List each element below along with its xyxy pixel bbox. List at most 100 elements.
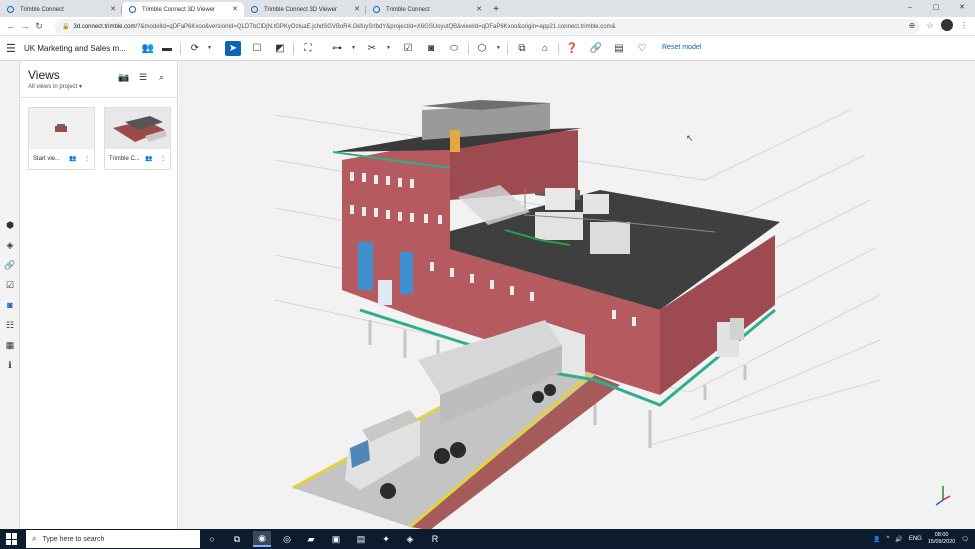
tree-icon[interactable]: ☷ — [3, 318, 17, 332]
layers-icon[interactable]: ◈ — [3, 238, 17, 252]
maximize-button[interactable]: ▢ — [923, 0, 949, 15]
frame-icon[interactable]: ◩ — [272, 41, 288, 56]
browser-menu-icon[interactable]: ⋮ — [957, 21, 971, 30]
people-icon[interactable]: 👤 — [873, 536, 880, 543]
views-icon[interactable]: ◙ — [3, 298, 17, 312]
trimble-favicon-icon — [373, 6, 380, 13]
browser-tab[interactable]: Trimble Connect ✕ — [0, 2, 122, 17]
more-options-icon[interactable]: ⋮ — [160, 155, 166, 162]
section-icon[interactable]: ⛶ — [300, 41, 316, 56]
snapshot-icon[interactable]: ◙ — [423, 41, 439, 56]
3d-viewport[interactable]: ↖ — [179, 61, 975, 529]
new-tab-button[interactable]: + — [488, 2, 504, 17]
forward-icon[interactable]: → — [18, 21, 32, 31]
clock-date: 15/09/2020 — [927, 539, 956, 545]
clash-icon[interactable]: ⧉ — [514, 41, 530, 56]
bookmark-star-icon[interactable]: ☆ — [923, 21, 937, 30]
minimize-button[interactable]: – — [897, 0, 923, 15]
extension-icon[interactable]: ⊕ — [905, 21, 919, 30]
chevron-down-icon[interactable]: ▼ — [207, 45, 212, 51]
trimble-favicon-icon — [129, 6, 136, 13]
orbit-icon[interactable]: ⟳ — [187, 41, 203, 56]
browser-tab[interactable]: Trimble Connect 3D Viewer ✕ — [244, 2, 366, 17]
windows-start-icon[interactable] — [6, 533, 18, 545]
language-indicator[interactable]: ENG — [909, 536, 922, 542]
link-icon[interactable]: 🔗 — [588, 41, 604, 56]
reset-model-link[interactable]: Reset model — [662, 44, 701, 51]
back-icon[interactable]: ← — [4, 21, 18, 31]
reload-icon[interactable]: ↻ — [32, 21, 46, 32]
folder-icon[interactable]: ▬ — [159, 41, 175, 56]
comment-icon[interactable]: ♡ — [634, 41, 650, 56]
app-icon[interactable]: R — [426, 531, 444, 547]
address-bar: ← → ↻ 🔒 3d.connect.trimble.com /?&modelI… — [0, 17, 975, 36]
taskbar-search-input[interactable]: ⌕ Type here to search — [26, 530, 200, 548]
view-card[interactable]: Trimble C... 👥 ⋮ — [104, 107, 171, 170]
hamburger-menu-icon[interactable]: ☰ — [6, 42, 16, 55]
taskbar-search-placeholder: Type here to search — [42, 535, 105, 543]
link-icon[interactable]: 🔗 — [3, 258, 17, 272]
box-select-icon[interactable]: ☐ — [249, 41, 265, 56]
app-icon[interactable]: ▣ — [327, 531, 345, 547]
add-view-camera-icon[interactable]: 📷 — [118, 72, 129, 83]
select-icon[interactable]: ➤ — [225, 41, 241, 56]
notifications-icon[interactable]: 🗨 — [961, 536, 969, 543]
volume-icon[interactable]: 🔊 — [895, 536, 902, 543]
measure-icon[interactable]: ⊶ — [329, 41, 345, 56]
shape-icon[interactable]: ⬭ — [446, 41, 462, 56]
objects-icon[interactable]: ⬢ — [3, 218, 17, 232]
close-tab-icon[interactable]: ✕ — [232, 5, 238, 13]
app-icon[interactable]: ✦ — [377, 531, 395, 547]
views-panel: Views All views in project ▾ 📷 ☰ ⌕ Start… — [20, 61, 178, 529]
task-view-icon[interactable]: ⧉ — [228, 531, 246, 547]
browser-tab[interactable]: Trimble Connect ✕ — [366, 2, 488, 17]
app-icon[interactable]: ▤ — [352, 531, 370, 547]
project-name[interactable]: UK Marketing and Sales m... — [24, 44, 126, 53]
help-icon[interactable]: ❓ — [564, 41, 580, 56]
chrome-icon[interactable]: ◉ — [253, 531, 271, 547]
app-icon[interactable]: ◎ — [278, 531, 296, 547]
file-explorer-icon[interactable]: ▰ — [302, 531, 320, 547]
lock-icon[interactable]: ⌂ — [537, 41, 553, 56]
chevron-down-icon[interactable]: ▼ — [386, 45, 391, 51]
close-tab-icon[interactable]: ✕ — [354, 5, 360, 13]
tray-arrow-icon[interactable]: ^ — [887, 536, 890, 542]
lock-icon: 🔒 — [62, 24, 70, 30]
clock[interactable]: 08:00 15/09/2020 — [928, 532, 956, 546]
toolbar-divider — [180, 43, 181, 55]
app-icon[interactable]: ◈ — [401, 531, 419, 547]
profile-avatar[interactable] — [941, 19, 953, 31]
cut-icon[interactable]: ✂ — [364, 41, 380, 56]
chevron-down-icon[interactable]: ▼ — [496, 45, 501, 51]
url-path: /?&modelId=qDFaP6Kxoo&versionId=QLDTbClD… — [135, 23, 616, 30]
clipboard-icon[interactable]: ▤ — [611, 41, 627, 56]
close-window-button[interactable]: ✕ — [949, 0, 975, 15]
more-options-icon[interactable]: ⋮ — [84, 155, 90, 162]
view-thumbnail — [105, 108, 170, 149]
team-icon[interactable]: 👥 — [140, 41, 156, 56]
system-tray: 👤 ^ 🔊 ENG 08:00 15/09/2020 🗨 — [873, 529, 969, 549]
toolbar-divider — [293, 43, 294, 55]
cube-icon[interactable]: ⬡ — [474, 41, 490, 56]
view-card[interactable]: Start vie... 👥 ⋮ — [28, 107, 95, 170]
panel-title: Views — [28, 68, 60, 82]
building-model[interactable] — [179, 61, 975, 529]
url-host: 3d.connect.trimble.com — [73, 23, 136, 30]
table-icon[interactable]: ▦ — [3, 338, 17, 352]
todo-icon[interactable]: ☑ — [3, 278, 17, 292]
sort-icon[interactable]: ☰ — [139, 72, 147, 83]
close-tab-icon[interactable]: ✕ — [110, 5, 116, 13]
search-icon[interactable]: ⌕ — [159, 72, 164, 83]
url-input[interactable]: 🔒 3d.connect.trimble.com /?&modelId=qDFa… — [54, 19, 920, 34]
info-icon[interactable]: ℹ — [3, 358, 17, 372]
window-controls: – ▢ ✕ — [897, 0, 975, 15]
tab-title: Trimble Connect — [20, 6, 64, 13]
windows-taskbar: ⌕ Type here to search ○ ⧉ ◉ ◎ ▰ ▣ ▤ ✦ ◈ … — [0, 529, 975, 549]
tab-title: Trimble Connect 3D Viewer — [264, 6, 338, 13]
views-filter-dropdown[interactable]: All views in project ▾ — [28, 83, 82, 90]
cortana-icon[interactable]: ○ — [203, 531, 221, 547]
browser-tab-active[interactable]: Trimble Connect 3D Viewer ✕ — [122, 2, 244, 17]
markup-icon[interactable]: ☑ — [400, 41, 416, 56]
close-tab-icon[interactable]: ✕ — [476, 5, 482, 13]
chevron-down-icon[interactable]: ▼ — [351, 45, 356, 51]
